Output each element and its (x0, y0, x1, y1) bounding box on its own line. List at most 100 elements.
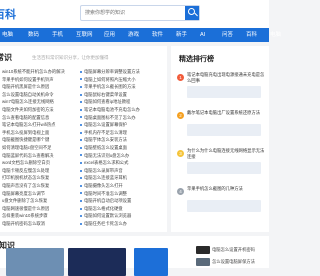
article-link[interactable]: 打印机脱机状态怎么恢复 (0, 174, 78, 181)
article-title: 电脑怎么设置屏幕保护 (84, 122, 127, 128)
ranking-item[interactable]: 4 苹果手机怎么截图的几种方法 (177, 186, 265, 220)
article-link[interactable]: 电脑时间不准怎么调整 (80, 190, 160, 197)
article-link[interactable]: 怎么设置电脑自动关机命令 (0, 91, 78, 98)
article-link[interactable]: 电脑屏幕分辨率调整设置方法 (80, 68, 160, 75)
nav-item[interactable]: AI (200, 28, 205, 42)
article-link[interactable]: 笔记本电脑电池不充电怎么办 (80, 106, 160, 113)
article-link[interactable]: 电脑文件夹如何加密的方法 (0, 106, 78, 113)
article-thumbnail-small[interactable] (196, 258, 210, 266)
article-title: 电脑无法识别u盘怎么办 (84, 152, 130, 158)
article-thumbnail-small[interactable] (196, 246, 210, 254)
article-thumbnail[interactable] (6, 248, 64, 276)
article-link[interactable]: 如何清理电脑c盘空间不足 (0, 144, 78, 151)
rank-thumbnail (187, 200, 261, 212)
article-link[interactable]: 电脑开机自动启动项设置 (80, 197, 160, 204)
nav-item[interactable]: 软件 (152, 28, 163, 42)
search-box (80, 5, 200, 21)
article-title: 手机怎么投屏到电视上面 (2, 129, 50, 135)
article-link[interactable]: 电脑网速很慢是什么原因 (0, 205, 78, 212)
search-button[interactable] (185, 6, 199, 20)
article-link[interactable]: 电脑蓝屏代码怎么查看解决 (0, 152, 78, 159)
rank-title: 戴尔笔记本电脑出厂设置系统还原方法 (187, 110, 261, 115)
article-link[interactable]: 电脑怎么格式化硬盘 (80, 205, 160, 212)
article-link[interactable]: 电脑开机黑屏是什么原因 (0, 83, 78, 90)
article-link[interactable]: 电脑字体怎么安装方法 (80, 136, 160, 143)
article-link[interactable]: 电脑无法识别u盘怎么办 (80, 152, 160, 159)
article-link[interactable]: 电脑壁纸怎么设置桌面 (80, 144, 160, 151)
article-link[interactable]: 电脑怎么设置屏幕保护 (80, 121, 160, 128)
nav-item[interactable]: 数码 (28, 28, 39, 42)
article-link[interactable]: 电脑上如何将照片压缩大小 (80, 76, 160, 83)
article-link[interactable]: 电脑怎么录屏带声音 (80, 167, 160, 174)
rank-title: 苹果手机怎么截图的几种方法 (187, 186, 243, 191)
article-link[interactable]: 苹果手机如何设置手机铃声 (0, 76, 78, 83)
article-title: 电脑怎么连接蓝牙耳机 (84, 175, 127, 181)
nav-item[interactable]: 百科 (246, 28, 257, 42)
nav-item[interactable]: 游戏 (128, 28, 139, 42)
site-logo[interactable]: 百科 (0, 6, 16, 20)
bullet-icon (80, 162, 82, 165)
article-link[interactable]: 电脑任务栏卡死怎么办 (80, 220, 160, 227)
nav-item[interactable]: 问答 (222, 28, 233, 42)
nav-item[interactable]: 新手 (176, 28, 187, 42)
article-link[interactable]: 电脑鼠标右键菜单设置 (80, 91, 160, 98)
article-title: 电脑任务栏卡死怎么办 (84, 221, 127, 226)
article-caption[interactable]: 电脑怎么设置开机密码 (212, 247, 255, 253)
article-title: 电脑怎么格式化硬盘 (84, 205, 123, 211)
article-title: 苹果手机怎么截长图的方法 (84, 84, 136, 90)
article-title: win7电脑怎么连接无线网络 (2, 99, 54, 105)
article-link[interactable]: 怎样重装win10系统步骤 (0, 212, 78, 219)
article-title: 怎么设置电脑自动关机命令 (2, 91, 54, 97)
article-title: 电脑声音没有了怎么恢复 (2, 183, 50, 188)
article-link[interactable]: 电脑怎么连接蓝牙耳机 (80, 174, 160, 181)
article-link[interactable]: u盘文件删除了怎么恢复 (0, 197, 78, 204)
ranking-title: 精选排行榜 (179, 56, 214, 63)
bullet-icon (80, 139, 82, 142)
bullet-icon (80, 86, 82, 89)
article-thumbnail[interactable] (134, 248, 168, 276)
article-link[interactable]: 笔记本电脑怎么打开wifi热点 (0, 121, 78, 128)
nav-item[interactable]: 互联网 (76, 28, 93, 42)
article-link[interactable]: win7电脑怎么连接无线网络 (0, 98, 78, 105)
bullet-icon (80, 192, 82, 195)
article-title: 电脑鼠标右键菜单设置 (84, 91, 127, 97)
article-link[interactable]: 手机怎么投屏到电视上面 (0, 129, 78, 136)
article-link[interactable]: 电脑声音没有了怎么恢复 (0, 182, 78, 189)
article-link[interactable]: 怎么查看电脑的配置信息 (0, 114, 78, 121)
article-title: 怎么查看电脑的配置信息 (2, 114, 50, 120)
article-link[interactable]: excel表格怎么求和公式 (80, 159, 160, 166)
nav-item[interactable]: 手机 (52, 28, 63, 42)
ranking-section: 精选排行榜 1 笔记本电脑充电出现电源接通未充电是怎么回事 2 戴尔笔记本电脑出厂设置… (171, 46, 269, 232)
ranking-item[interactable]: 2 戴尔笔记本电脑出厂设置系统还原方法 (177, 110, 265, 144)
article-title: 电脑字体怎么安装方法 (84, 137, 127, 143)
article-title: 电脑怎么录屏带声音 (84, 167, 123, 173)
bullet-icon (80, 116, 82, 119)
article-link[interactable]: 电脑桌面图标不见了怎么办 (80, 114, 160, 121)
article-caption[interactable]: 怎么设置电脑屏保方法 (212, 259, 255, 265)
article-link[interactable]: 电脑摄像头怎么打开 (80, 182, 160, 189)
article-link[interactable]: win10系统不能开机怎么办的解决 (0, 68, 78, 75)
article-title: 电脑壁纸怎么设置桌面 (84, 145, 127, 150)
article-link[interactable]: word文档怎么删除空白页 (0, 159, 78, 166)
rank-number: 4 (177, 188, 184, 195)
search-input[interactable] (81, 6, 185, 20)
nav-item[interactable]: 电脑 (270, 28, 281, 42)
article-link[interactable]: 苹果手机怎么截长图的方法 (80, 83, 160, 90)
article-link[interactable]: 手机内存不足怎么清理 (80, 129, 160, 136)
article-title: 电脑屏幕分辨率调整设置方法 (84, 69, 140, 74)
article-title: 电脑上如何将照片压缩大小 (84, 76, 136, 82)
article-title: 电脑开机黑屏是什么原因 (2, 84, 50, 90)
nav-item[interactable]: 应用 (104, 28, 115, 42)
article-link[interactable]: 电脑开机密码怎么取消 (0, 220, 78, 227)
article-title: 手机内存不足怎么清理 (84, 129, 127, 135)
article-title: 电脑网速很慢是什么原因 (2, 205, 50, 211)
ranking-item[interactable]: 1 笔记本电脑充电出现电源接通未充电是怎么回事 (177, 72, 265, 106)
nav-item[interactable]: 电脑 (2, 28, 13, 42)
article-thumbnail[interactable] (68, 248, 126, 276)
article-link[interactable]: 电脑卡顿反应慢怎么处理 (0, 167, 78, 174)
article-link[interactable]: 电脑如何设置默认浏览器 (80, 212, 160, 219)
article-link[interactable]: 电脑截图快捷键是哪个键 (0, 136, 78, 143)
ranking-item[interactable]: 3 为什么为什么电脑连接无线网络显示无法连接 (177, 148, 265, 182)
article-link[interactable]: 电脑屏幕亮度怎么调节 (0, 190, 78, 197)
article-link[interactable]: 电脑如何查看ip地址教程 (80, 98, 160, 105)
